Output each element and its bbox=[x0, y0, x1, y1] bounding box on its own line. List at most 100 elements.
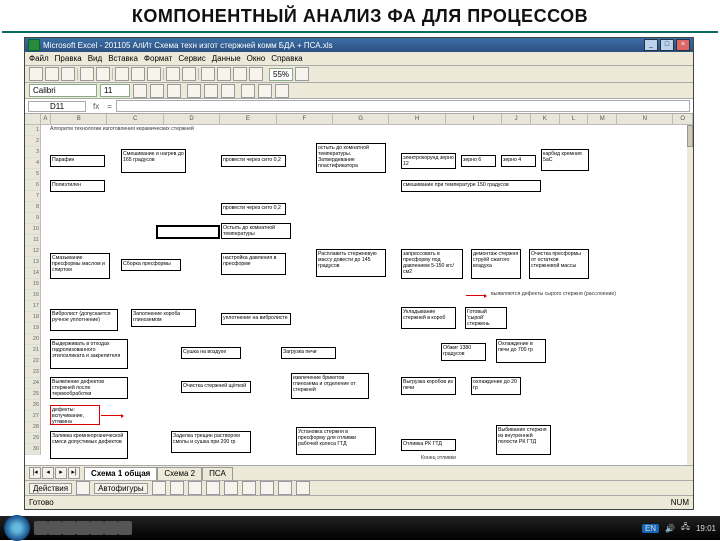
cell-green: Готовый 'сырой' стержень bbox=[465, 307, 507, 329]
formula-input[interactable] bbox=[116, 100, 690, 112]
help-icon[interactable] bbox=[295, 67, 309, 81]
shadow-icon[interactable] bbox=[296, 481, 310, 495]
cell-cool20: охлаждение до 20 гр bbox=[471, 377, 521, 395]
copy-icon[interactable] bbox=[131, 67, 145, 81]
column-headers[interactable]: ABC DEF GHI JKL MNO bbox=[25, 114, 693, 125]
undo-icon[interactable] bbox=[166, 67, 180, 81]
tab-last-icon[interactable]: ▸| bbox=[68, 467, 80, 479]
tab-prev-icon[interactable]: ◂ bbox=[42, 467, 54, 479]
chart-icon[interactable] bbox=[249, 67, 263, 81]
active-cell-d11[interactable] bbox=[156, 225, 220, 239]
grid-area[interactable]: 1234 5678 9101112 13141516 17181920 2122… bbox=[25, 125, 693, 465]
cell-sieve1: провести через сито 0,2 bbox=[221, 155, 286, 167]
formula-equals: = bbox=[103, 102, 116, 111]
cell-melt: Расплавить стержневую массу довести до 1… bbox=[316, 249, 386, 277]
print-icon[interactable] bbox=[80, 67, 94, 81]
tab-next-icon[interactable]: ▸ bbox=[55, 467, 67, 479]
row-headers[interactable]: 1234 5678 9101112 13141516 17181920 2122… bbox=[25, 125, 41, 455]
save-icon[interactable] bbox=[61, 67, 75, 81]
borders-icon[interactable] bbox=[241, 84, 255, 98]
fill-color-icon[interactable] bbox=[258, 84, 272, 98]
menu-insert[interactable]: Вставка bbox=[108, 54, 138, 63]
fx-icon[interactable]: fx bbox=[89, 102, 103, 111]
font-size-dropdown[interactable]: 11 bbox=[100, 84, 130, 97]
redo-icon[interactable] bbox=[182, 67, 196, 81]
sum-icon[interactable] bbox=[201, 67, 215, 81]
cell-patch: Заделка трещин раствором смолы и сушка п… bbox=[171, 431, 251, 453]
sheet-tab-3[interactable]: ПСА bbox=[202, 467, 233, 480]
standard-toolbar: 55% bbox=[25, 66, 693, 83]
note-defects: выявляются дефекты сырого стержня (рассл… bbox=[491, 291, 616, 297]
line-color-icon[interactable] bbox=[278, 481, 292, 495]
horizontal-scrollbar[interactable] bbox=[292, 38, 693, 50]
windows-taskbar[interactable]: EN 🔊 🖧 19:01 bbox=[0, 516, 720, 540]
menu-tools[interactable]: Сервис bbox=[178, 54, 205, 63]
cell-unload: Выгрузка коробов из печи bbox=[401, 377, 456, 395]
note-end: Конец отливки bbox=[421, 455, 456, 461]
font-name-dropdown[interactable]: Calibri bbox=[29, 84, 97, 97]
menu-file[interactable]: Файл bbox=[29, 54, 49, 63]
arrow-draw-icon[interactable] bbox=[170, 481, 184, 495]
underline-icon[interactable] bbox=[167, 84, 181, 98]
rectangle-icon[interactable] bbox=[188, 481, 202, 495]
paste-icon[interactable] bbox=[147, 67, 161, 81]
task-item[interactable] bbox=[104, 521, 118, 535]
menu-data[interactable]: Данные bbox=[212, 54, 241, 63]
wordart-icon[interactable] bbox=[242, 481, 256, 495]
font-color-icon[interactable] bbox=[275, 84, 289, 98]
tray-speaker-icon[interactable]: 🔊 bbox=[665, 524, 675, 533]
select-icon[interactable] bbox=[76, 481, 90, 495]
cell-grain4: зерно 4 bbox=[501, 155, 536, 167]
cell-fill-defects: Заливка кремнеорганической смеси допусти… bbox=[50, 431, 128, 459]
system-tray[interactable]: EN 🔊 🖧 19:01 bbox=[642, 521, 716, 535]
autoshapes-dropdown[interactable]: Автофигуры bbox=[94, 483, 148, 494]
textbox-icon[interactable] bbox=[224, 481, 238, 495]
line-icon[interactable] bbox=[152, 481, 166, 495]
start-button[interactable] bbox=[4, 515, 30, 541]
menu-edit[interactable]: Правка bbox=[55, 54, 82, 63]
task-item[interactable] bbox=[118, 521, 132, 535]
clock[interactable]: 19:01 bbox=[696, 524, 716, 533]
new-icon[interactable] bbox=[29, 67, 43, 81]
bold-icon[interactable] bbox=[133, 84, 147, 98]
align-right-icon[interactable] bbox=[221, 84, 235, 98]
cell-fillbox: Заполнение короба глиноземом bbox=[131, 309, 196, 327]
tab-first-icon[interactable]: |◂ bbox=[29, 467, 41, 479]
cell-assemble: Сборка пресформы bbox=[121, 259, 181, 271]
cell-grain6: зерно 6 bbox=[461, 155, 496, 167]
cell-install: Установка стержня в пресформу для отливк… bbox=[296, 427, 376, 455]
title-row: Алгоритм технологии изготовления керамич… bbox=[50, 126, 194, 132]
fill-icon[interactable] bbox=[260, 481, 274, 495]
name-box[interactable]: D11 bbox=[28, 101, 86, 112]
menu-window[interactable]: Окно bbox=[247, 54, 266, 63]
tray-network-icon[interactable]: 🖧 bbox=[681, 521, 690, 535]
actions-dropdown[interactable]: Действия bbox=[29, 483, 72, 494]
task-item[interactable] bbox=[62, 521, 76, 535]
zoom-dropdown[interactable]: 55% bbox=[269, 68, 293, 81]
sheet-tab-2[interactable]: Схема 2 bbox=[157, 467, 202, 480]
task-item[interactable] bbox=[90, 521, 104, 535]
cell-paraffin: Парафин bbox=[50, 155, 105, 167]
open-icon[interactable] bbox=[45, 67, 59, 81]
task-item[interactable] bbox=[48, 521, 62, 535]
cut-icon[interactable] bbox=[115, 67, 129, 81]
cell-soak: Выдерживать в отходах гидролизованного э… bbox=[50, 339, 128, 369]
sheet-tab-active[interactable]: Схема 1 общая bbox=[84, 467, 157, 480]
app-name: Microsoft Excel bbox=[43, 41, 97, 50]
preview-icon[interactable] bbox=[96, 67, 110, 81]
cell-cool700: Охлаждение в печи до 700 гр bbox=[496, 339, 546, 363]
sort-asc-icon[interactable] bbox=[217, 67, 231, 81]
align-left-icon[interactable] bbox=[187, 84, 201, 98]
menu-format[interactable]: Формат bbox=[144, 54, 172, 63]
menu-help[interactable]: Справка bbox=[271, 54, 302, 63]
cell-inject: запрессовать в пресформу под давлением 5… bbox=[401, 249, 463, 279]
align-center-icon[interactable] bbox=[204, 84, 218, 98]
task-item[interactable] bbox=[76, 521, 90, 535]
language-indicator[interactable]: EN bbox=[642, 524, 659, 533]
italic-icon[interactable] bbox=[150, 84, 164, 98]
vertical-scrollbar[interactable] bbox=[687, 125, 693, 465]
oval-icon[interactable] bbox=[206, 481, 220, 495]
task-item[interactable] bbox=[34, 521, 48, 535]
sort-desc-icon[interactable] bbox=[233, 67, 247, 81]
menu-view[interactable]: Вид bbox=[88, 54, 102, 63]
